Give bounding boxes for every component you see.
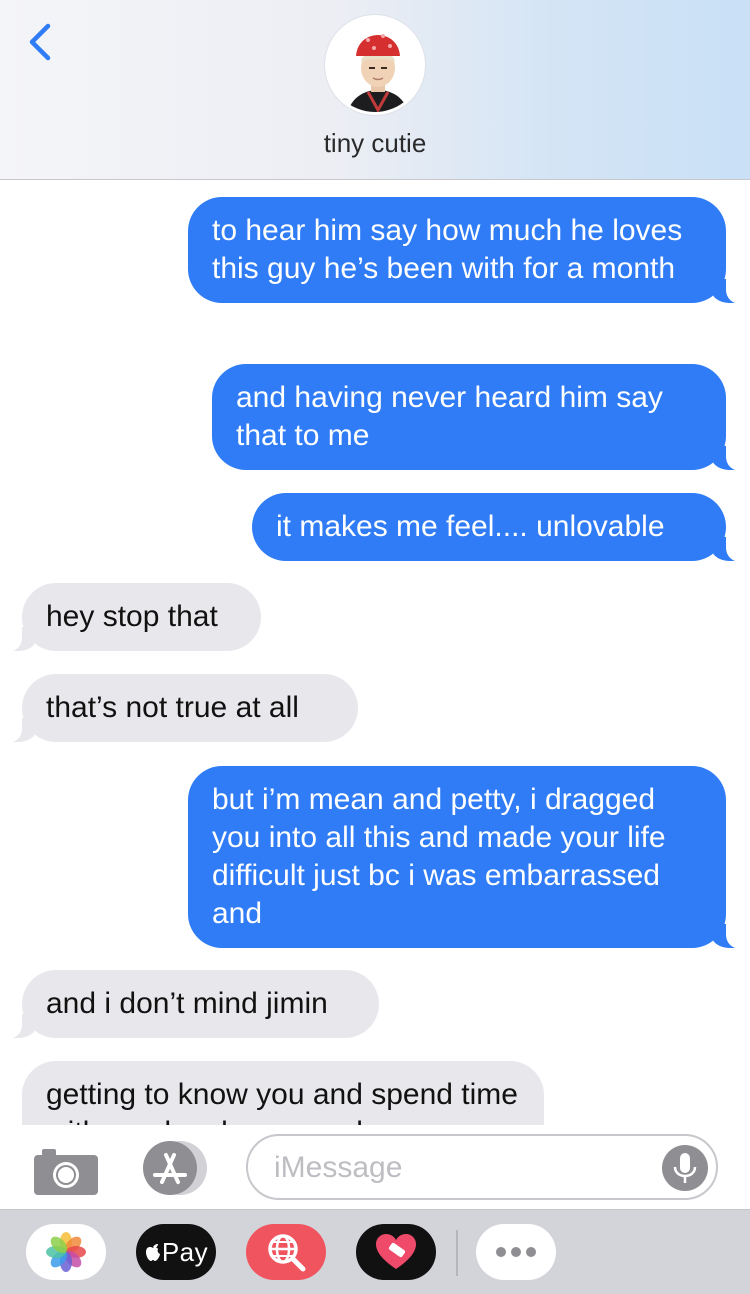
received-message-bubble[interactable]: getting to know you and spend time with … (22, 1061, 544, 1125)
received-message-bubble[interactable]: that’s not true at all (0, 674, 358, 743)
dictation-button[interactable] (662, 1145, 708, 1191)
message-text: but i’m mean and petty, i dragged you in… (212, 783, 666, 930)
message-thread[interactable]: to hear him say how much he loves this g… (0, 181, 750, 1125)
conversation-header: tiny cutie (0, 0, 750, 180)
received-message-bubble[interactable]: hey stop that (0, 583, 261, 652)
app-store-icon (143, 1141, 207, 1195)
contact-name[interactable]: tiny cutie (0, 128, 750, 159)
message-text: that’s not true at all (46, 691, 299, 724)
message-text: hey stop that (46, 600, 218, 633)
photos-app-button[interactable] (26, 1224, 106, 1280)
input-bar: iMessage (0, 1125, 750, 1209)
apple-logo-icon (145, 1244, 160, 1261)
photos-icon (46, 1232, 86, 1272)
microphone-icon (673, 1153, 697, 1183)
digital-touch-app-button[interactable] (356, 1224, 436, 1280)
drawer-divider (456, 1230, 458, 1276)
sent-message-bubble[interactable]: to hear him say how much he loves this g… (188, 197, 748, 304)
app-store-button[interactable] (138, 1138, 214, 1198)
apple-pay-label: Pay (161, 1236, 209, 1267)
camera-icon (34, 1149, 98, 1195)
chevron-left-icon (29, 23, 51, 61)
sent-message-bubble[interactable]: and having never heard him say that to m… (212, 364, 748, 471)
sent-message-bubble[interactable]: it makes me feel.... unlovable (252, 493, 748, 562)
contact-avatar[interactable] (325, 15, 425, 115)
more-apps-icon (496, 1247, 536, 1257)
received-message-bubble[interactable]: and i don’t mind jimin (0, 970, 379, 1039)
message-text: it makes me feel.... unlovable (276, 510, 665, 543)
web-search-icon (268, 1234, 306, 1272)
heart-app-icon (376, 1234, 416, 1269)
message-text: and i don’t mind jimin (46, 987, 328, 1020)
more-apps-button[interactable] (476, 1224, 556, 1280)
message-text: and having never heard him say that to m… (236, 381, 663, 452)
avatar-image (328, 18, 422, 112)
message-text: getting to know you and spend time with … (46, 1078, 518, 1125)
camera-button[interactable] (32, 1143, 100, 1197)
message-text: to hear him say how much he loves this g… (212, 214, 683, 285)
app-drawer: Pay (0, 1209, 750, 1294)
back-button[interactable] (20, 18, 64, 66)
sent-message-bubble[interactable]: but i’m mean and petty, i dragged you in… (188, 766, 748, 949)
apple-pay-button[interactable]: Pay (136, 1224, 216, 1280)
message-input[interactable]: iMessage (246, 1134, 718, 1200)
web-search-app-button[interactable] (246, 1224, 326, 1280)
message-placeholder: iMessage (274, 1151, 403, 1184)
